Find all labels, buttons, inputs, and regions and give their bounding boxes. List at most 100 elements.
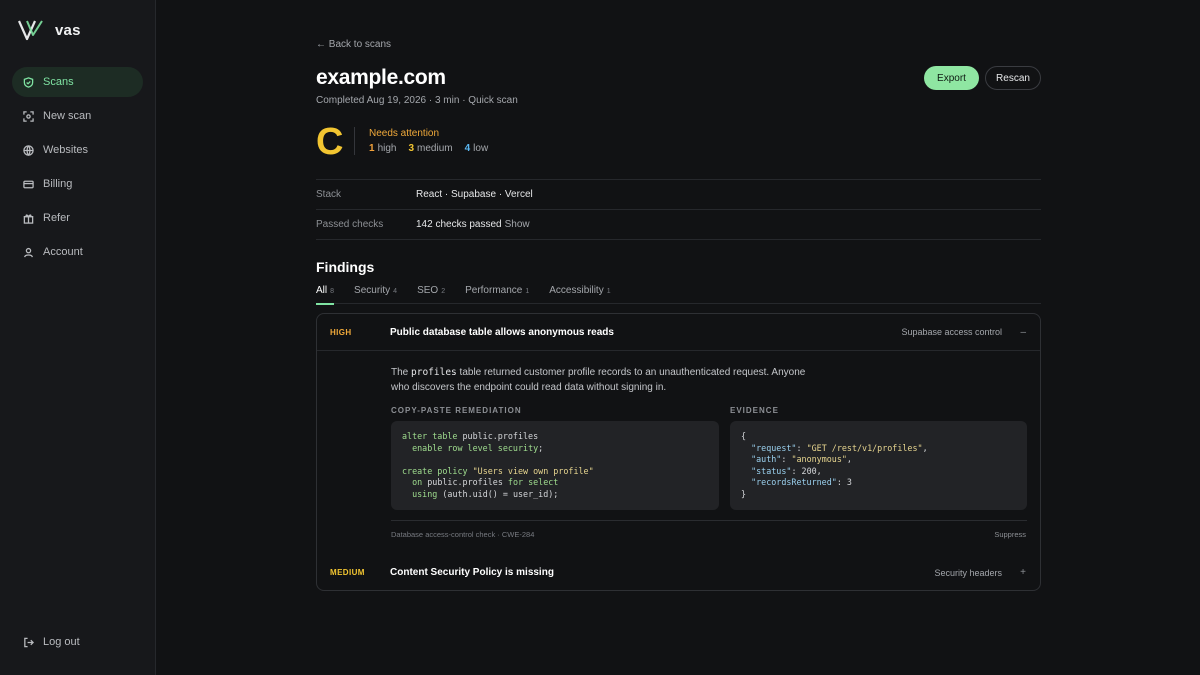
finding-title: Content Security Policy is missing [390, 567, 554, 578]
user-icon [24, 247, 33, 257]
code-token: "recordsReturned" [751, 477, 837, 488]
sidebar-item-websites[interactable]: Websites [12, 135, 143, 165]
finding-title: Public database table allows anonymous r… [390, 326, 614, 338]
sidebar-item-billing[interactable]: Billing [12, 169, 143, 199]
code-token: , [816, 465, 822, 476]
gift-icon [23, 213, 34, 224]
code-token: enable row level security [412, 442, 539, 453]
code-token: "status" [751, 465, 792, 476]
grade-letter: C [316, 121, 344, 163]
grade-divider [354, 127, 355, 155]
code-token: , [846, 454, 852, 465]
code-token: "request" [751, 442, 797, 453]
info-row-passed-checks: Passed checks 142 checks passed Show [316, 210, 1041, 240]
grade-status: Needs attention [369, 128, 440, 139]
code-token: "GET /rest/v1/profiles" [806, 442, 923, 453]
suppress-button[interactable]: Suppress [994, 530, 1026, 539]
export-button[interactable]: Export [924, 66, 979, 90]
sidebar-item-label: Billing [43, 178, 73, 190]
logout-label: Log out [43, 636, 80, 648]
scan-icon [23, 110, 34, 122]
divider [391, 520, 1027, 521]
finding-category: Security headers [934, 567, 1002, 578]
show-passed-link[interactable]: Show [505, 219, 530, 230]
info-value: React · Supabase · Vercel [416, 189, 533, 200]
back-to-scans-link[interactable]: ← Back to scans [316, 39, 391, 50]
sidebar-item-label: Scans [43, 76, 74, 88]
code-token: public.profiles [422, 477, 508, 488]
info-key: Stack [316, 189, 342, 200]
medium-count: 3 medium [408, 143, 453, 154]
code-token: "anonymous" [791, 454, 847, 465]
tab-performance[interactable]: Performance 1 [465, 282, 529, 304]
evidence-label: EVIDENCE [730, 406, 779, 415]
sidebar: vas Scans New scan Websites Billing Refe… [0, 0, 156, 675]
severity-badge: HIGH [330, 327, 352, 337]
remediation-code-block[interactable]: alter table public.profiles enable row l… [391, 421, 719, 510]
sidebar-nav: Scans New scan Websites Billing Refer Ac… [12, 67, 143, 271]
sidebar-item-scans[interactable]: Scans [12, 67, 143, 97]
code-token: 200 [801, 465, 817, 476]
app-name: vas [55, 21, 81, 39]
finding-category: Supabase access control [901, 327, 1002, 337]
code-token: } [741, 488, 747, 499]
sidebar-item-label: Websites [43, 144, 89, 156]
code-token: 3 [846, 477, 852, 488]
sidebar-item-label: Account [43, 246, 83, 258]
info-row-stack: Stack React · Supabase · Vercel [316, 180, 1041, 210]
finding-footer: Database access-control check · CWE-284 [391, 530, 535, 539]
tab-security[interactable]: Security 4 [354, 282, 397, 304]
finding-header[interactable]: HIGH Public database table allows anonym… [317, 314, 1040, 351]
scan-meta: Completed Aug 19, 2026 · 3 min · Quick s… [316, 95, 518, 106]
findings-title: Findings [316, 259, 375, 275]
logo-icon [18, 20, 43, 41]
finding-header[interactable]: MEDIUM Content Security Policy is missin… [317, 554, 1040, 591]
tab-seo[interactable]: SEO 2 [417, 282, 445, 304]
scan-info: Stack React · Supabase · Vercel Passed c… [316, 179, 1041, 240]
logout-icon [24, 637, 34, 647]
logout-button[interactable]: Log out [23, 636, 80, 648]
table-name: profiles [411, 367, 457, 378]
sidebar-item-account[interactable]: Account [12, 237, 143, 267]
finding-description: The profiles table returned customer pro… [391, 367, 806, 393]
shield-icon [23, 76, 34, 88]
collapse-icon[interactable]: – [1020, 327, 1026, 338]
card-icon [23, 180, 34, 188]
globe-icon [23, 144, 34, 156]
code-token: : [836, 477, 847, 488]
tab-all[interactable]: All 8 [316, 282, 335, 305]
remediation-label: COPY-PASTE REMEDIATION [391, 406, 522, 415]
evidence-code-block[interactable]: { "request": "GET /rest/v1/profiles", "a… [730, 421, 1027, 510]
expand-icon[interactable]: + [1020, 567, 1026, 578]
code-token: alter table [402, 431, 458, 441]
code-token: on [412, 477, 423, 488]
findings-tabs: All 8 Security 4 SEO 2 Performance 1 Accessi… [316, 282, 1041, 305]
page-title: example.com [316, 66, 446, 89]
sidebar-item-new-scan[interactable]: New scan [12, 101, 143, 131]
code-token: , [922, 442, 928, 453]
code-token: "auth" [751, 454, 782, 465]
code-token: : [781, 454, 792, 465]
info-key: Passed checks [316, 219, 384, 230]
code-token: : [791, 465, 802, 476]
findings-list: HIGH Public database table allows anonym… [316, 313, 1041, 591]
code-token: public.profiles [457, 431, 539, 441]
sidebar-item-label: New scan [43, 110, 92, 122]
code-token: : [796, 442, 807, 453]
code-token: for select [507, 477, 559, 488]
tab-accessibility[interactable]: Accessibility 1 [549, 282, 610, 304]
code-token: (auth.uid() = user_id); [437, 488, 559, 499]
code-token: create policy [402, 465, 468, 476]
logo[interactable]: vas [18, 19, 81, 41]
code-token: using [412, 488, 438, 499]
rescan-button[interactable]: Rescan [985, 66, 1041, 90]
code-token: ; [538, 442, 544, 453]
sidebar-item-label: Refer [43, 212, 70, 224]
low-count: 4 low [464, 143, 489, 154]
code-token: "Users view own profile" [467, 465, 594, 476]
info-value: 142 checks passed Show [416, 219, 530, 230]
sidebar-item-refer[interactable]: Refer [12, 203, 143, 233]
severity-badge: MEDIUM [330, 568, 365, 577]
code-token: { [741, 431, 747, 441]
severity-counts: 1 high 3 medium 4 low [369, 143, 488, 154]
